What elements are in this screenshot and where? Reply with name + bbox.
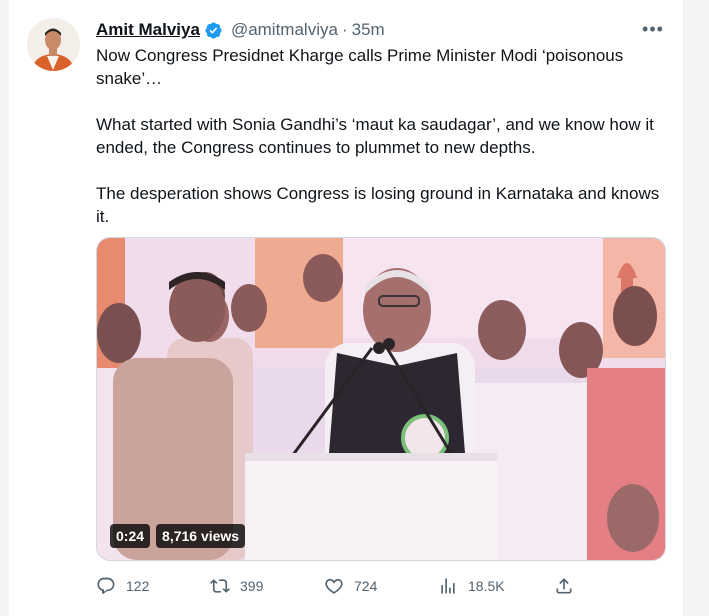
views-count: 18.5K bbox=[468, 578, 505, 594]
like-button[interactable]: 724 bbox=[324, 576, 377, 596]
reply-count: 122 bbox=[126, 578, 150, 594]
avatar[interactable] bbox=[27, 18, 80, 71]
timestamp[interactable]: 35m bbox=[352, 20, 385, 40]
retweet-button[interactable]: 399 bbox=[210, 576, 263, 596]
author-handle[interactable]: @amitmalviya bbox=[231, 20, 338, 40]
author-name[interactable]: Amit Malviya bbox=[96, 20, 200, 40]
right-frame bbox=[683, 0, 709, 616]
reply-icon bbox=[97, 577, 115, 594]
share-icon bbox=[556, 578, 572, 594]
heart-icon bbox=[325, 578, 343, 594]
like-count: 724 bbox=[354, 578, 378, 594]
analytics-icon bbox=[441, 578, 455, 594]
video-duration: 0:24 bbox=[110, 524, 151, 548]
tweet-text: Now Congress Presidnet Kharge calls Prim… bbox=[96, 44, 676, 228]
views-button[interactable]: 18.5K bbox=[438, 576, 505, 596]
reply-button[interactable]: 122 bbox=[96, 576, 149, 596]
tweet-card[interactable]: Amit Malviya @amitmalviya · 35m ••• Now … bbox=[9, 0, 683, 616]
video-views: 8,716 views bbox=[156, 524, 246, 548]
dot-separator: · bbox=[341, 20, 348, 39]
left-frame bbox=[0, 0, 9, 616]
action-bar: 122 399 724 18.5K bbox=[96, 570, 666, 602]
share-button[interactable] bbox=[554, 576, 574, 596]
tweet-paragraph: Now Congress Presidnet Kharge calls Prim… bbox=[96, 46, 624, 88]
retweet-icon bbox=[210, 579, 230, 593]
retweet-count: 399 bbox=[240, 578, 264, 594]
tweet-header: Amit Malviya @amitmalviya · 35m bbox=[96, 19, 385, 41]
tweet-paragraph: The desperation shows Congress is losing… bbox=[96, 184, 660, 226]
video-player[interactable]: 0:24 8,716 views bbox=[96, 237, 666, 561]
verified-badge-icon bbox=[204, 21, 223, 40]
more-options-icon[interactable]: ••• bbox=[639, 19, 667, 41]
tweet-paragraph: What started with Sonia Gandhi’s ‘maut k… bbox=[96, 115, 654, 157]
video-frame bbox=[97, 238, 665, 560]
video-badges: 0:24 8,716 views bbox=[110, 524, 246, 548]
